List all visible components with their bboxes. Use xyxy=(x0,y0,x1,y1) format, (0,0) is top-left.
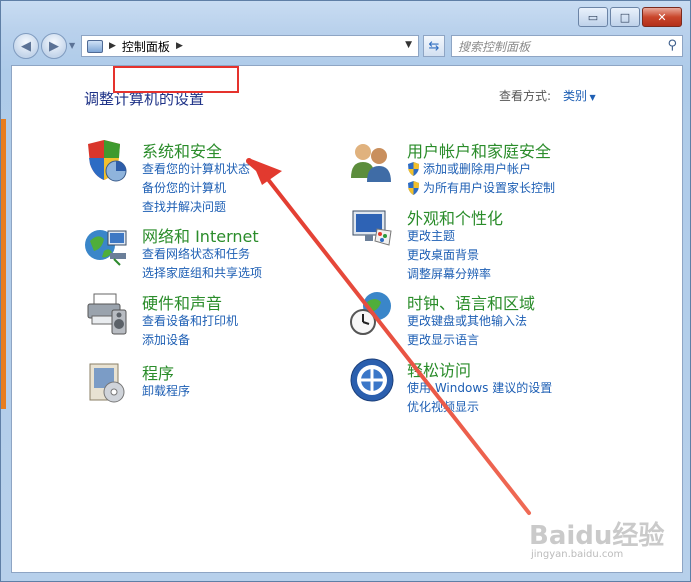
watermark-logo: Baidu经验 xyxy=(529,521,665,551)
watermark-url: jingyan.baidu.com xyxy=(531,549,624,560)
control-panel-window: ▭ □ ✕ ◀ ▶ ▼ ▶ 控制面板 ▶ ▼ ⇆ 搜索控制面板 ⚲ 调整计算机的… xyxy=(0,0,691,582)
annotation-arrow xyxy=(246,158,531,515)
